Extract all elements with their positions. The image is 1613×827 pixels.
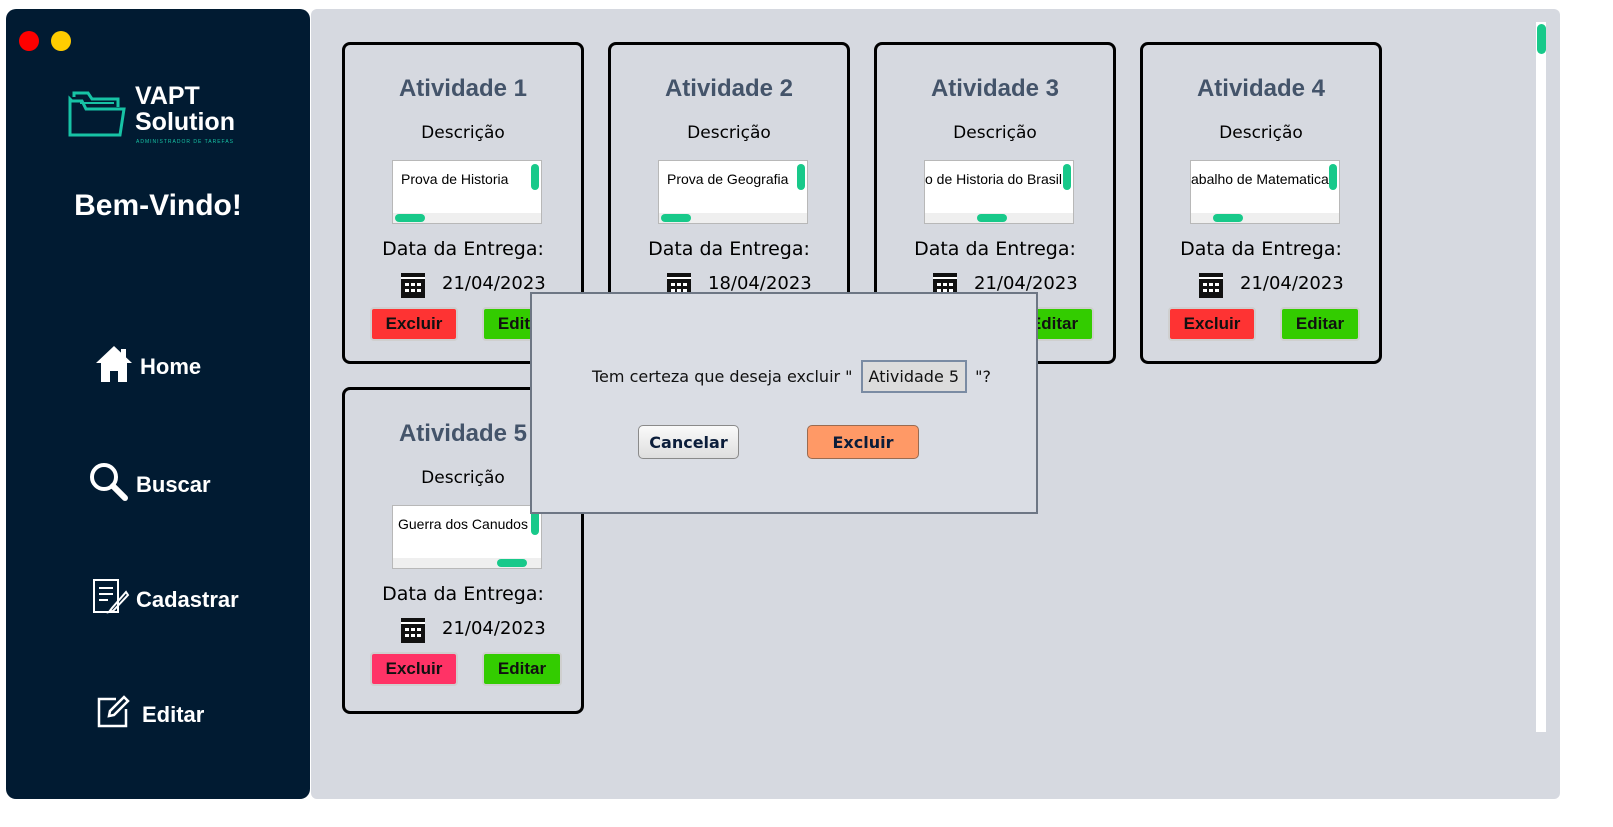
date-label: Data da Entrega: bbox=[648, 238, 810, 260]
due-date: 21/04/2023 bbox=[442, 618, 546, 639]
edit-icon bbox=[96, 695, 130, 735]
logo-text-line2: Solution bbox=[135, 108, 235, 136]
calendar-icon bbox=[400, 616, 426, 648]
date-label: Data da Entrega: bbox=[1180, 238, 1342, 260]
due-date: 21/04/2023 bbox=[1240, 273, 1344, 294]
vertical-scroll-thumb[interactable] bbox=[797, 164, 805, 190]
logo-tagline: ADMINISTRADOR DE TAREFAS bbox=[136, 139, 234, 145]
edit-button[interactable]: Editar bbox=[482, 652, 562, 686]
description-text: Prova de Historia bbox=[401, 171, 509, 187]
horizontal-scrollbar[interactable] bbox=[659, 213, 807, 223]
nav-editar[interactable]: Editar bbox=[96, 695, 204, 735]
horizontal-scrollbar[interactable] bbox=[393, 558, 541, 568]
due-date: 18/04/2023 bbox=[708, 273, 812, 294]
description-text: abalho de Matematica bbox=[1191, 171, 1329, 187]
dialog-message-prefix: Tem certeza que deseja excluir " bbox=[592, 367, 853, 386]
vertical-scroll-thumb[interactable] bbox=[1329, 164, 1337, 190]
description-text: Prova de Geografia bbox=[667, 171, 789, 187]
description-label: Descrição bbox=[1219, 123, 1303, 143]
nav-buscar[interactable]: Buscar bbox=[88, 461, 211, 509]
close-window-button[interactable] bbox=[19, 31, 39, 51]
description-label: Descrição bbox=[421, 123, 505, 143]
dialog-message: Tem certeza que deseja excluir " Ativida… bbox=[592, 360, 991, 393]
logo-text-line1: VAPT bbox=[135, 82, 200, 110]
horizontal-scroll-thumb[interactable] bbox=[661, 214, 691, 222]
description-label: Descrição bbox=[953, 123, 1037, 143]
scrollbar-thumb[interactable] bbox=[1537, 24, 1546, 54]
card-title: Atividade 2 bbox=[664, 75, 794, 102]
nav-home[interactable]: Home bbox=[94, 344, 201, 390]
activity-card: Atividade 4 Descrição abalho de Matemati… bbox=[1140, 42, 1382, 364]
date-label: Data da Entrega: bbox=[382, 583, 544, 605]
delete-button[interactable]: Excluir bbox=[1168, 307, 1256, 341]
description-text: Guerra dos Canudos bbox=[398, 516, 528, 532]
nav-editar-label: Editar bbox=[142, 702, 205, 727]
card-title: Atividade 4 bbox=[1196, 75, 1326, 102]
due-date: 21/04/2023 bbox=[974, 273, 1078, 294]
confirm-delete-dialog: Tem certeza que deseja excluir " Ativida… bbox=[530, 292, 1038, 514]
description-field[interactable]: Prova de Geografia bbox=[658, 160, 808, 224]
horizontal-scrollbar[interactable] bbox=[1191, 213, 1339, 223]
horizontal-scrollbar[interactable] bbox=[925, 213, 1073, 223]
description-field[interactable]: Guerra dos Canudos bbox=[392, 505, 542, 569]
welcome-heading: Bem-Vindo! bbox=[74, 189, 242, 222]
search-icon bbox=[88, 461, 130, 509]
vertical-scroll-thumb[interactable] bbox=[531, 164, 539, 190]
horizontal-scroll-thumb[interactable] bbox=[1213, 214, 1243, 222]
home-icon bbox=[94, 344, 134, 390]
horizontal-scroll-thumb[interactable] bbox=[497, 559, 527, 567]
cancel-button[interactable]: Cancelar bbox=[638, 425, 739, 459]
horizontal-scrollbar[interactable] bbox=[393, 213, 541, 223]
delete-button[interactable]: Excluir bbox=[370, 652, 458, 686]
nav-cadastrar-label: Cadastrar bbox=[136, 587, 239, 612]
edit-button[interactable]: Editar bbox=[1280, 307, 1360, 341]
dialog-message-suffix: "? bbox=[975, 367, 991, 386]
date-label: Data da Entrega: bbox=[382, 238, 544, 260]
card-title: Atividade 1 bbox=[398, 75, 528, 102]
calendar-icon bbox=[400, 271, 426, 303]
due-date: 21/04/2023 bbox=[442, 273, 546, 294]
description-field[interactable]: o de Historia do Brasil bbox=[924, 160, 1074, 224]
description-text: o de Historia do Brasil bbox=[925, 171, 1062, 187]
description-label: Descrição bbox=[687, 123, 771, 143]
nav-cadastrar[interactable]: Cadastrar bbox=[92, 578, 239, 622]
description-field[interactable]: abalho de Matematica bbox=[1190, 160, 1340, 224]
card-title: Atividade 3 bbox=[930, 75, 1060, 102]
dialog-target-field[interactable]: Atividade 5 bbox=[860, 360, 968, 393]
scrollbar-track[interactable] bbox=[1536, 22, 1546, 732]
horizontal-scroll-thumb[interactable] bbox=[977, 214, 1007, 222]
delete-button[interactable]: Excluir bbox=[370, 307, 458, 341]
folder-icon bbox=[68, 91, 126, 137]
register-icon bbox=[92, 578, 130, 622]
minimize-window-button[interactable] bbox=[51, 31, 71, 51]
description-field[interactable]: Prova de Historia bbox=[392, 160, 542, 224]
nav-home-label: Home bbox=[140, 354, 202, 379]
nav-buscar-label: Buscar bbox=[136, 472, 211, 497]
app-logo: VAPT Solution ADMINISTRADOR DE TAREFAS bbox=[68, 81, 258, 153]
vertical-scroll-thumb[interactable] bbox=[1063, 164, 1071, 190]
calendar-icon bbox=[1198, 271, 1224, 303]
date-label: Data da Entrega: bbox=[914, 238, 1076, 260]
confirm-delete-button[interactable]: Excluir bbox=[807, 425, 919, 459]
sidebar: VAPT Solution ADMINISTRADOR DE TAREFAS B… bbox=[6, 9, 310, 799]
horizontal-scroll-thumb[interactable] bbox=[395, 214, 425, 222]
